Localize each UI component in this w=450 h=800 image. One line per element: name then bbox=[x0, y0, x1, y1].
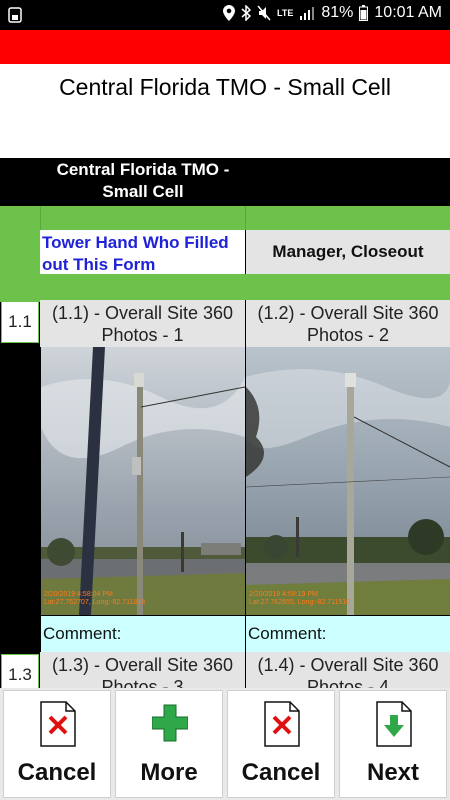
document-cancel-icon bbox=[40, 701, 76, 747]
cancel-button-label: Cancel bbox=[17, 759, 97, 786]
red-header-bar bbox=[0, 30, 450, 64]
photo-title-1: (1.1) - Overall Site 360 Photos - 1 bbox=[40, 300, 245, 347]
tower-hand-label[interactable]: Tower Hand Who Filled out This Form bbox=[42, 232, 243, 276]
next-button[interactable]: Next bbox=[339, 690, 447, 798]
battery-percent: 81% bbox=[321, 4, 354, 21]
label-row-left-gutter bbox=[0, 230, 40, 302]
photo-title-2-text: (1.2) - Overall Site 360 Photos - 2 bbox=[257, 303, 439, 345]
photo-2-stamp-coords: Lat:27.762655, Long:-82.711910 bbox=[249, 599, 351, 606]
more-button-label: More bbox=[140, 759, 198, 786]
mute-icon bbox=[257, 5, 271, 21]
comment-field-1[interactable]: Comment: bbox=[41, 616, 245, 652]
sim-card-icon bbox=[8, 7, 22, 23]
form-grid: Central Florida TMO - Small Cell Tower H… bbox=[0, 158, 450, 696]
more-button[interactable]: More bbox=[115, 690, 223, 798]
cancel-button-2[interactable]: Cancel bbox=[227, 690, 335, 798]
page-title: Central Florida TMO - Small Cell bbox=[59, 74, 391, 100]
manager-cell[interactable]: Manager, Closeout bbox=[246, 230, 450, 274]
photo-1-stamp-date: 2/20/2019 4:58:04 PM bbox=[44, 591, 113, 598]
photo-1-stamp-coords: Lat:27.762707, Long:-82.711818 bbox=[44, 599, 146, 606]
comment-label-1: Comment: bbox=[43, 624, 122, 643]
green-row-2 bbox=[40, 274, 450, 300]
status-icons: LTE 81% 10:01 AM bbox=[223, 4, 442, 22]
site-photo-2[interactable]: 2/20/2019 4:58:19 PM Lat:27.762655, Long… bbox=[246, 347, 450, 615]
plus-icon bbox=[152, 704, 188, 742]
network-type: LTE bbox=[277, 8, 294, 18]
battery-icon bbox=[359, 5, 369, 21]
signal-icon bbox=[300, 7, 315, 20]
cancel-button[interactable]: Cancel bbox=[3, 690, 111, 798]
comment-field-2[interactable]: Comment: bbox=[246, 616, 450, 652]
cancel-button-2-label: Cancel bbox=[241, 759, 321, 786]
location-icon bbox=[223, 5, 236, 21]
tower-hand-cell[interactable]: Tower Hand Who Filled out This Form bbox=[40, 230, 245, 274]
row-number: 1.1 bbox=[1, 301, 39, 343]
clock: 10:01 AM bbox=[374, 4, 442, 21]
photo-2-stamp: 2/20/2019 4:58:19 PM Lat:27.762655, Long… bbox=[249, 591, 350, 607]
status-bar: LTE 81% 10:01 AM bbox=[0, 0, 450, 30]
site-photo-2-image bbox=[246, 347, 450, 615]
photo-title-2: (1.2) - Overall Site 360 Photos - 2 bbox=[246, 300, 450, 347]
document-cancel-icon bbox=[264, 701, 300, 747]
document-next-icon bbox=[376, 701, 412, 747]
column-header: Central Florida TMO - Small Cell bbox=[56, 160, 230, 201]
title-bar: Central Florida TMO - Small Cell bbox=[0, 64, 450, 158]
site-photo-1-image bbox=[41, 347, 245, 615]
comment-label-2: Comment: bbox=[248, 624, 327, 643]
photo-title-3: (1.3) - Overall Site 360 Photos - 3 bbox=[40, 652, 245, 688]
site-photo-1[interactable]: 2/20/2019 4:58:04 PM Lat:27.762707, Long… bbox=[41, 347, 245, 615]
bottom-toolbar: Cancel More Cancel Next bbox=[0, 688, 450, 800]
photo-1-stamp: 2/20/2019 4:58:04 PM Lat:27.762707, Long… bbox=[44, 591, 145, 607]
photo-title-4-text: (1.4) - Overall Site 360 Photos - 4 bbox=[257, 655, 439, 688]
photo-title-4: (1.4) - Overall Site 360 Photos - 4 bbox=[246, 652, 450, 688]
photo-title-1-text: (1.1) - Overall Site 360 Photos - 1 bbox=[51, 303, 234, 345]
next-button-label: Next bbox=[366, 759, 420, 786]
manager-label: Manager, Closeout bbox=[272, 242, 424, 261]
photo-2-stamp-date: 2/20/2019 4:58:19 PM bbox=[249, 591, 318, 598]
photo-title-3-text: (1.3) - Overall Site 360 Photos - 3 bbox=[51, 655, 234, 688]
spacer-divider bbox=[40, 206, 246, 230]
bluetooth-icon bbox=[241, 5, 252, 21]
